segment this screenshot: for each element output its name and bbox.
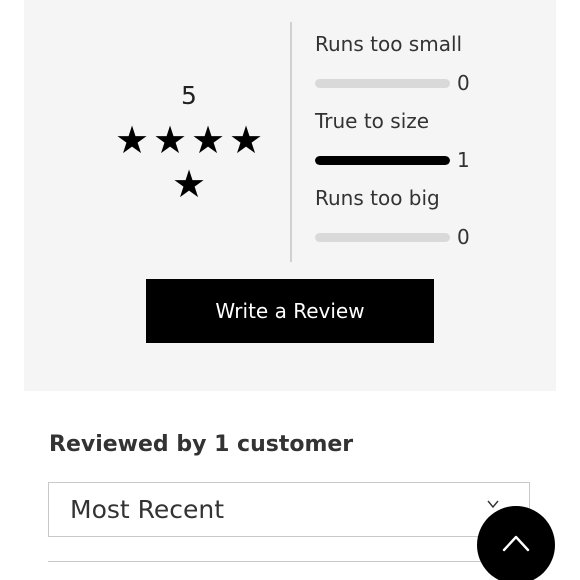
- average-rating: 5 ★ ★ ★ ★ ★: [104, 78, 274, 206]
- fit-bar: [315, 79, 450, 88]
- section-divider: [48, 561, 530, 562]
- star-icon: ★: [114, 118, 150, 162]
- reviews-heading: Reviewed by 1 customer: [49, 432, 354, 457]
- star-icon: ★: [152, 118, 188, 162]
- review-widget: 5 ★ ★ ★ ★ ★ Runs too small 0 True to siz…: [0, 0, 580, 580]
- rating-value: 5: [181, 81, 197, 110]
- star-rating: ★ ★ ★ ★ ★: [109, 118, 269, 206]
- chevron-up-icon: [502, 535, 530, 552]
- review-summary-panel: 5 ★ ★ ★ ★ ★ Runs too small 0 True to siz…: [24, 0, 556, 391]
- fit-count: 0: [457, 225, 470, 249]
- star-icon: ★: [171, 162, 207, 206]
- star-icon: ★: [190, 118, 226, 162]
- fit-label: True to size: [315, 109, 430, 133]
- divider: [290, 22, 292, 262]
- fit-bar: [315, 233, 450, 242]
- fit-label: Runs too big: [315, 186, 440, 210]
- star-icon: ★: [228, 118, 264, 162]
- chevron-down-icon: [487, 500, 499, 509]
- sort-select[interactable]: Most Recent: [48, 482, 530, 537]
- fit-item-runs-too-big: Runs too big 0: [315, 180, 545, 257]
- write-review-button[interactable]: Write a Review: [146, 279, 434, 343]
- fit-distribution: Runs too small 0 True to size 1 Runs too…: [315, 26, 545, 257]
- fit-bar-fill: [315, 156, 450, 165]
- fit-count: 0: [457, 71, 470, 95]
- fit-count: 1: [457, 148, 470, 172]
- fit-bar: [315, 156, 450, 165]
- sort-selected-value: Most Recent: [70, 495, 225, 524]
- fit-item-runs-too-small: Runs too small 0: [315, 26, 545, 103]
- scroll-to-top-button[interactable]: [477, 506, 555, 580]
- fit-item-true-to-size: True to size 1: [315, 103, 545, 180]
- fit-label: Runs too small: [315, 32, 463, 56]
